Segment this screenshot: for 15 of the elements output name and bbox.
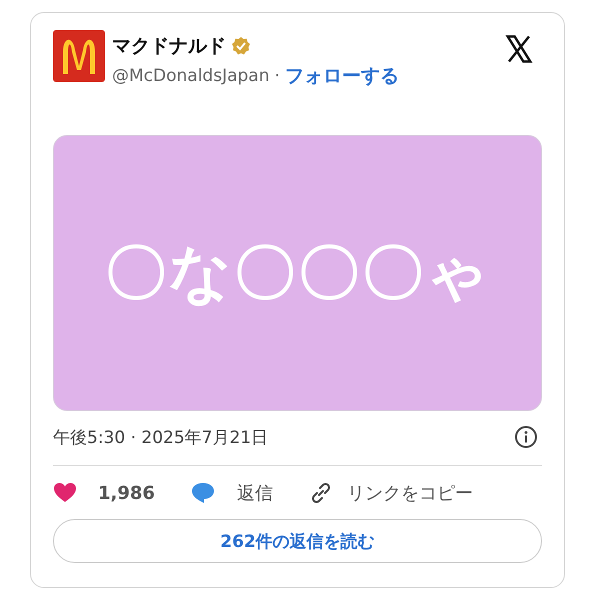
action-label[interactable]: 返信 (236, 481, 273, 505)
action-label[interactable]: 1,986 (98, 482, 155, 504)
x-logo-icon[interactable] (504, 34, 534, 64)
separator-dot: · (274, 66, 280, 86)
action-label[interactable]: リンクをコピー (346, 481, 473, 505)
arches-logo-icon[interactable] (53, 30, 105, 82)
account-handle[interactable]: @McDonaldsJapan (112, 66, 270, 86)
follow-link[interactable]: フォローする (284, 63, 399, 89)
account-name[interactable]: マクドナルド (112, 33, 226, 59)
info-icon[interactable] (514, 425, 538, 449)
media-text: 〇な〇〇〇ゃ (104, 235, 490, 311)
heart-icon[interactable] (53, 481, 77, 505)
read-replies-button[interactable]: 262件の返信を読む (53, 519, 542, 563)
timestamp[interactable]: 午後5:30 · 2025年7月21日 (53, 426, 268, 448)
speech-bubble-icon[interactable] (190, 481, 215, 505)
